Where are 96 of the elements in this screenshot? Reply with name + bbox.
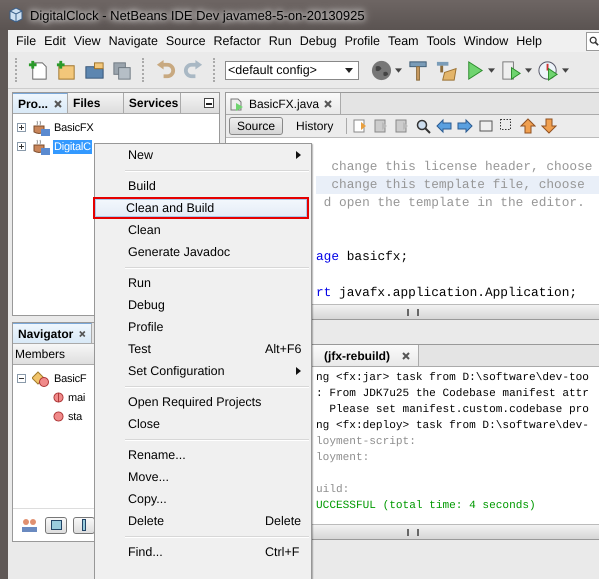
close-icon[interactable] — [324, 100, 332, 108]
tree-item[interactable]: BasicFX — [53, 120, 95, 134]
menu-bar-item[interactable]: Window — [460, 34, 512, 48]
menu-item[interactable]: Rename... — [95, 444, 311, 466]
close-icon[interactable] — [54, 100, 62, 108]
caret-icon[interactable] — [562, 68, 569, 72]
menu-item[interactable]: Find... Ctrl+F — [95, 541, 311, 563]
menu-bar-item[interactable]: Run — [264, 34, 296, 48]
scroll-grip-icon[interactable] — [406, 308, 418, 316]
code-line: age basicfx; — [316, 248, 410, 266]
view-toggle[interactable]: History — [288, 117, 342, 135]
field-icon — [53, 411, 64, 422]
panel-tab[interactable]: Pro... — [13, 93, 68, 113]
coffee-cup-icon — [32, 120, 50, 136]
output-line: : From JDK7u25 the Codebase manifest attr — [316, 387, 590, 402]
menu-item[interactable]: Profile — [95, 316, 311, 338]
arrow-down-icon[interactable] — [541, 118, 558, 134]
menu-item[interactable]: Open Required Projects — [95, 391, 311, 413]
menu-item[interactable]: Generate Javadoc — [95, 241, 311, 263]
submenu-arrow-icon — [296, 367, 301, 375]
panel-tab[interactable]: Files — [68, 93, 124, 113]
menu-bar-item[interactable]: Debug — [296, 34, 341, 48]
tree-item[interactable]: sta — [67, 410, 84, 424]
menu-item[interactable]: Run — [95, 272, 311, 294]
search-field[interactable] — [586, 32, 599, 50]
panel-tab[interactable]: Services — [124, 93, 181, 113]
caret-icon[interactable] — [525, 68, 532, 72]
menu-bar-item[interactable]: Source — [162, 34, 210, 48]
chart-play-icon[interactable] — [500, 58, 523, 82]
editor-tab[interactable]: BasicFX.java — [226, 93, 342, 114]
menu-bar-item[interactable]: Edit — [40, 34, 70, 48]
people-icon[interactable] — [21, 517, 39, 533]
view-toggle[interactable]: Source — [229, 117, 284, 135]
tree-item[interactable]: BasicF — [53, 372, 88, 386]
panel-tab[interactable]: Navigator — [13, 323, 92, 343]
config-dropdown[interactable]: <default config> — [225, 60, 359, 80]
globe-icon[interactable] — [370, 58, 393, 82]
toggle-button[interactable] — [45, 516, 67, 534]
window-title: DigitalClock - NetBeans IDE Dev javame8-5-on-20130925 — [30, 8, 365, 22]
cube-icon — [8, 7, 24, 23]
output-line: Please set manifest.custom.codebase pro — [328, 403, 590, 418]
arrow-right-icon[interactable] — [457, 118, 474, 134]
collapse-icon[interactable] — [17, 374, 26, 383]
minimize-icon[interactable] — [204, 98, 214, 108]
clock-icon[interactable] — [537, 58, 560, 82]
close-icon[interactable] — [79, 330, 86, 338]
coffee-cup-icon — [32, 138, 50, 154]
shortcut-label: Alt+F6 — [265, 342, 302, 356]
search-icon — [589, 36, 599, 46]
output-line: UCCESSFUL (total time: 4 seconds) — [316, 499, 537, 514]
search-icon[interactable] — [415, 118, 432, 134]
caret-icon[interactable] — [488, 68, 495, 72]
output-line: ng <fx:jar> task from D:\software\dev-too — [316, 371, 590, 386]
method-icon — [53, 392, 64, 403]
code-line: change this license header, choose — [330, 158, 594, 176]
shortcut-label: Delete — [265, 514, 302, 528]
expand-icon[interactable] — [17, 142, 26, 151]
expand-icon[interactable] — [17, 123, 26, 132]
shortcut-label: Ctrl+F — [265, 545, 300, 559]
caret-icon — [345, 68, 353, 72]
scroll-grip-icon[interactable] — [406, 528, 418, 536]
arrow-up-icon[interactable] — [520, 118, 536, 134]
toggle-button[interactable] — [73, 516, 95, 534]
menu-bar-item[interactable]: Team — [384, 34, 423, 48]
output-line: loyment-script: — [316, 435, 417, 450]
caret-icon[interactable] — [395, 68, 402, 72]
class-icon — [32, 370, 50, 386]
page-back-icon[interactable] — [373, 118, 390, 134]
menu-item[interactable]: Build — [95, 175, 311, 197]
code-line: d open the template in the editor. — [322, 194, 586, 212]
menu-item[interactable]: Move... — [95, 466, 311, 488]
menu-item[interactable]: Delete Delete — [95, 510, 311, 532]
output-line: loyment: — [316, 451, 370, 466]
menu-bar-item[interactable]: Navigate — [104, 34, 162, 48]
back-icon[interactable] — [352, 118, 368, 134]
menu-bar-item[interactable]: File — [12, 34, 40, 48]
menu-bar-item[interactable]: Profile — [340, 34, 384, 48]
submenu-arrow-icon — [296, 151, 301, 159]
menu-item[interactable]: Clean and Build — [93, 197, 309, 219]
menu-bar-item[interactable]: View — [70, 34, 105, 48]
menu-item[interactable]: New — [95, 144, 311, 166]
menu-item[interactable]: Copy... — [95, 488, 311, 510]
output-line: uild: — [316, 483, 350, 498]
menu-item[interactable]: Debug — [95, 294, 311, 316]
menu-item[interactable]: Clean — [95, 219, 311, 241]
arrow-left-icon[interactable] — [436, 118, 452, 134]
close-icon[interactable] — [402, 352, 410, 360]
menu-bar-item[interactable]: Help — [512, 34, 546, 48]
tree-item[interactable]: mai — [67, 390, 86, 404]
output-line: ng <fx:deploy> task from D:\software\dev- — [316, 419, 590, 434]
menu-item[interactable]: Close — [95, 413, 311, 435]
menu-bar-item[interactable]: Refactor — [210, 34, 265, 48]
file-icon — [230, 96, 244, 110]
menu-bar-item[interactable]: Tools — [422, 34, 460, 48]
code-line: rt javafx.application.Application; — [316, 284, 578, 302]
page-forward-icon[interactable] — [394, 118, 410, 134]
